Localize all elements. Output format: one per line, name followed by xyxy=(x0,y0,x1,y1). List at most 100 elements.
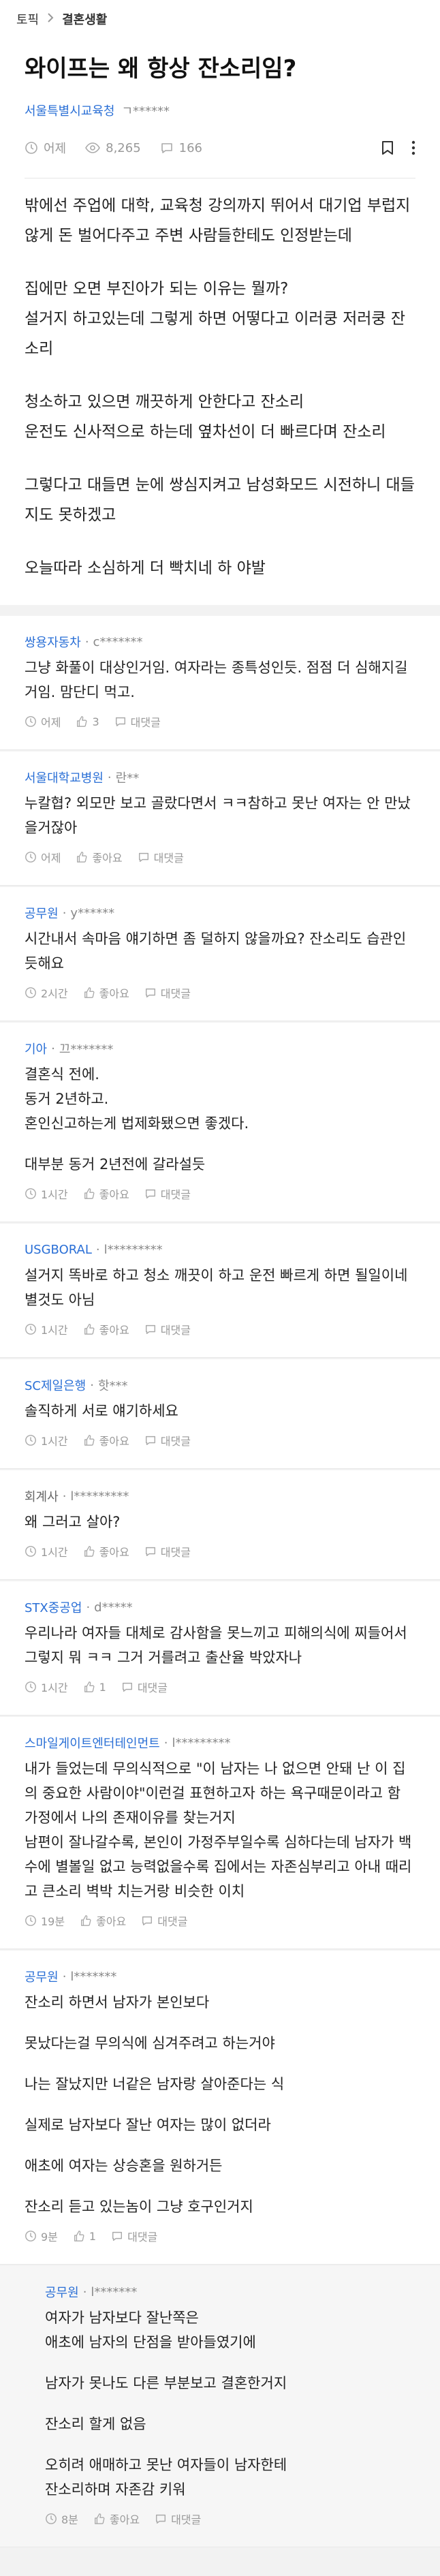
nav-board-link[interactable]: 결혼생활 xyxy=(62,10,107,28)
post-title: 와이프는 왜 항상 잔소리임? xyxy=(25,55,297,82)
comment-paragraph: 그냥 화풀이 대상인거임. 여자라는 종특성인듯. 점점 더 심해지길거임. 맘… xyxy=(25,659,408,700)
reply-button[interactable]: 대댓글 xyxy=(121,1679,168,1695)
comment-company[interactable]: 공무원 xyxy=(25,904,59,922)
reply-comment: 공무원 · l******* 여자가 남자보다 잘난쪽은 애초에 남자의 단점을 받아… xyxy=(0,2266,440,2547)
comment-author: 회계사 · l********* xyxy=(25,1485,415,1507)
reply-button[interactable]: 대댓글 xyxy=(144,984,191,1001)
comment-nickname: c******* xyxy=(93,634,143,649)
comment-author: USGBORAL · l********* xyxy=(25,1239,415,1260)
comment-company[interactable]: 공무원 xyxy=(45,2283,79,2301)
comment-time: 9분 xyxy=(25,2228,58,2244)
comment-paragraph: 왜 그러고 살아? xyxy=(25,1514,121,1530)
like-button[interactable]: 좋아요 xyxy=(80,1912,126,1929)
clock-icon xyxy=(25,2231,36,2241)
comment-bubble-icon xyxy=(138,852,148,863)
comment-company[interactable]: STX중공업 xyxy=(25,1598,82,1616)
reply-button[interactable]: 대댓글 xyxy=(141,1912,187,1929)
like-button[interactable]: 1 xyxy=(83,1681,106,1694)
like-button[interactable]: 좋아요 xyxy=(83,1543,129,1559)
like-button[interactable]: 좋아요 xyxy=(83,984,129,1001)
comment-bubble-icon xyxy=(161,143,172,153)
like-button[interactable]: 1 xyxy=(73,2230,96,2243)
comment-company[interactable]: 스마일게이트엔터테인먼트 xyxy=(25,1734,160,1752)
nav-community-link[interactable]: 토픽 xyxy=(16,10,39,28)
comment-paragraph: 솔직하게 서로 얘기하세요 xyxy=(25,1403,178,1419)
comment-separator: · xyxy=(95,1242,100,1257)
comment-separator: · xyxy=(107,770,112,785)
comment-time-text: 19분 xyxy=(41,1915,65,1928)
comment-bubble-icon xyxy=(142,1916,153,1926)
chevron-right-icon xyxy=(47,12,54,26)
clock-icon xyxy=(25,852,36,863)
comment-text: 설거지 똑바로 하고 청소 깨끗이 하고 운전 빠르게 하면 될일이네 별것도 … xyxy=(25,1263,415,1312)
comment: 공무원 · l******* 잔소리 하면서 남자가 본인보다 못났다는걸 무의식에 심… xyxy=(0,1951,440,2265)
comment-meta: 1시간 좋아요 대댓글 xyxy=(25,1319,415,1339)
comment: 쌍용자동차 · c******* 그냥 화풀이 대상인거임. 여자라는 종특성인듯. … xyxy=(0,616,440,750)
comment-meta: 1시간 좋아요 대댓글 xyxy=(25,1183,415,1204)
reply-label: 대댓글 xyxy=(160,1324,191,1337)
comment-paragraph: 시간내서 속마음 얘기하면 좀 덜하지 않을까요? 잔소리도 습관인듯해요 xyxy=(25,931,407,972)
comment-author: 서울대학교병원 · 란** xyxy=(25,766,415,788)
comment-paragraph: 설거지 똑바로 하고 청소 깨끗이 하고 운전 빠르게 하면 될일이네 별것도 … xyxy=(25,1267,413,1308)
comment-bubble-icon xyxy=(115,717,125,727)
comment-time-text: 어제 xyxy=(41,716,61,729)
reply-button[interactable]: 대댓글 xyxy=(144,1543,191,1559)
comment-time: 8분 xyxy=(45,2511,78,2527)
comment-text: 시간내서 속마음 얘기하면 좀 덜하지 않을까요? 잔소리도 습관인듯해요 xyxy=(25,927,415,976)
comment-paragraph: 대부분 동거 2년전에 갈라설듯 xyxy=(25,1156,206,1173)
like-button[interactable]: 좋아요 xyxy=(76,849,123,865)
post-comment-count-text: 166 xyxy=(178,140,203,155)
post-author: 서울특별시교육청 ㄱ****** xyxy=(25,102,415,119)
comment-author: 기아 · 끄******* xyxy=(25,1038,415,1059)
comment-time-text: 1시간 xyxy=(41,1188,68,1201)
like-label: 좋아요 xyxy=(92,852,123,865)
comment-nickname: l******* xyxy=(70,1969,117,1984)
like-button[interactable]: 3 xyxy=(76,715,99,728)
reply-button[interactable]: 대댓글 xyxy=(155,2511,201,2527)
comment-company[interactable]: 기아 xyxy=(25,1040,47,1057)
comment-company[interactable]: 회계사 xyxy=(25,1487,59,1505)
comment-separator: · xyxy=(90,1378,94,1393)
like-button[interactable]: 좋아요 xyxy=(83,1321,129,1337)
reply-button[interactable]: 대댓글 xyxy=(111,2228,157,2244)
clock-icon xyxy=(25,1546,36,1557)
comment-paragraph: 못났다는걸 무의식에 심겨주려고 하는거야 xyxy=(25,2035,275,2051)
bookmark-icon[interactable] xyxy=(381,140,394,155)
like-button[interactable]: 좋아요 xyxy=(83,1185,129,1202)
comment-time: 1시간 xyxy=(25,1432,68,1448)
comment-company[interactable]: 공무원 xyxy=(25,1968,59,1985)
like-label: 좋아요 xyxy=(99,1546,129,1559)
reply-button[interactable]: 대댓글 xyxy=(144,1321,191,1337)
thumbs-up-icon xyxy=(84,1546,95,1557)
more-vertical-icon[interactable] xyxy=(411,140,415,155)
thumbs-up-icon xyxy=(84,1188,95,1199)
comment-text: 잔소리 하면서 남자가 본인보다 못났다는걸 무의식에 심겨주려고 하는거야 나는 … xyxy=(25,1990,415,2219)
comment-company[interactable]: USGBORAL xyxy=(25,1243,92,1257)
comment-paragraph: 여자가 남자보다 잘난쪽은 애초에 남자의 단점을 받아들였기에 xyxy=(45,2310,256,2350)
comment-company[interactable]: 쌍용자동차 xyxy=(25,633,81,651)
reply-button[interactable]: 대댓글 xyxy=(114,713,161,730)
reply-button[interactable]: 대댓글 xyxy=(144,1432,191,1448)
comment-text: 누칼협? 외모만 보고 골랐다면서 ㅋㅋ참하고 못난 여자는 안 만났을거잖아 xyxy=(25,791,415,840)
post-company[interactable]: 서울특별시교육청 xyxy=(25,102,114,119)
clock-icon xyxy=(25,1435,36,1446)
reply-button[interactable]: 대댓글 xyxy=(138,849,184,865)
comment-company[interactable]: SC제일은행 xyxy=(25,1376,86,1394)
comment-paragraph: 나는 잘났지만 너같은 남자랑 살아준다는 식 xyxy=(25,2076,285,2092)
like-button[interactable]: 좋아요 xyxy=(93,2511,140,2527)
comment-time: 2시간 xyxy=(25,984,68,1001)
comment-paragraph: 애초에 여자는 상승혼을 원하거든 xyxy=(25,2158,223,2174)
comment-meta: 어제 좋아요 대댓글 xyxy=(25,847,415,867)
reply-button[interactable]: 대댓글 xyxy=(144,1185,191,1202)
like-button[interactable]: 좋아요 xyxy=(83,1432,129,1448)
comment-company[interactable]: 서울대학교병원 xyxy=(25,769,104,786)
comment-text: 결혼식 전에. 동거 2년하고. 혼인신고하는게 법제화됐으면 좋겠다. 대부분 … xyxy=(25,1062,415,1177)
comment-text: 여자가 남자보다 잘난쪽은 애초에 남자의 단점을 받아들였기에 남자가 못나도 … xyxy=(45,2306,415,2502)
post-time-text: 어제 xyxy=(44,142,67,156)
like-label: 좋아요 xyxy=(99,987,129,1000)
